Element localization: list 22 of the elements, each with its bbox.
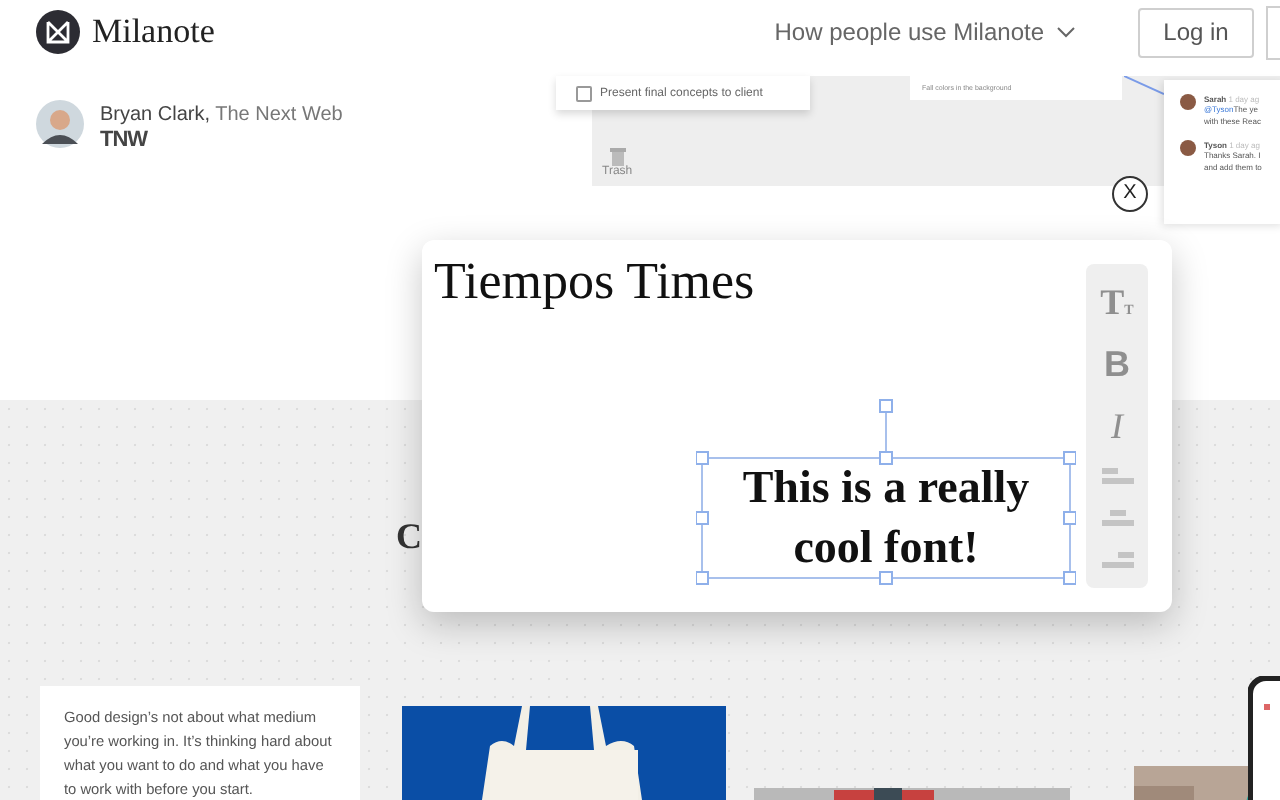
sample-text[interactable]: This is a really cool font! bbox=[702, 458, 1070, 578]
close-button[interactable]: X bbox=[1112, 176, 1148, 212]
checkbox[interactable] bbox=[576, 85, 592, 101]
align-right-icon[interactable] bbox=[1101, 551, 1133, 568]
connector-line bbox=[1124, 76, 1164, 96]
trash-icon[interactable] bbox=[609, 148, 626, 166]
commenter-avatar bbox=[1180, 94, 1196, 110]
signup-button[interactable] bbox=[1266, 5, 1280, 59]
font-name: Tiempos Times bbox=[434, 252, 755, 312]
phone-drawing bbox=[1248, 676, 1280, 800]
nav-link[interactable]: How people use Milanote bbox=[774, 18, 1076, 46]
avatar bbox=[36, 100, 84, 148]
section-heading: C bbox=[396, 516, 422, 556]
login-button[interactable]: Log in bbox=[1138, 7, 1254, 57]
brand-name[interactable]: Milanote bbox=[92, 12, 215, 52]
publication-logo: TNW bbox=[100, 130, 150, 152]
author-name: Bryan Clark, The Next Web bbox=[100, 104, 343, 126]
selection-frame[interactable] bbox=[696, 394, 1076, 586]
align-left-icon[interactable] bbox=[1101, 468, 1133, 485]
logo-icon bbox=[36, 10, 80, 54]
align-center-icon[interactable] bbox=[1101, 509, 1133, 526]
commenter-avatar bbox=[1180, 140, 1196, 156]
